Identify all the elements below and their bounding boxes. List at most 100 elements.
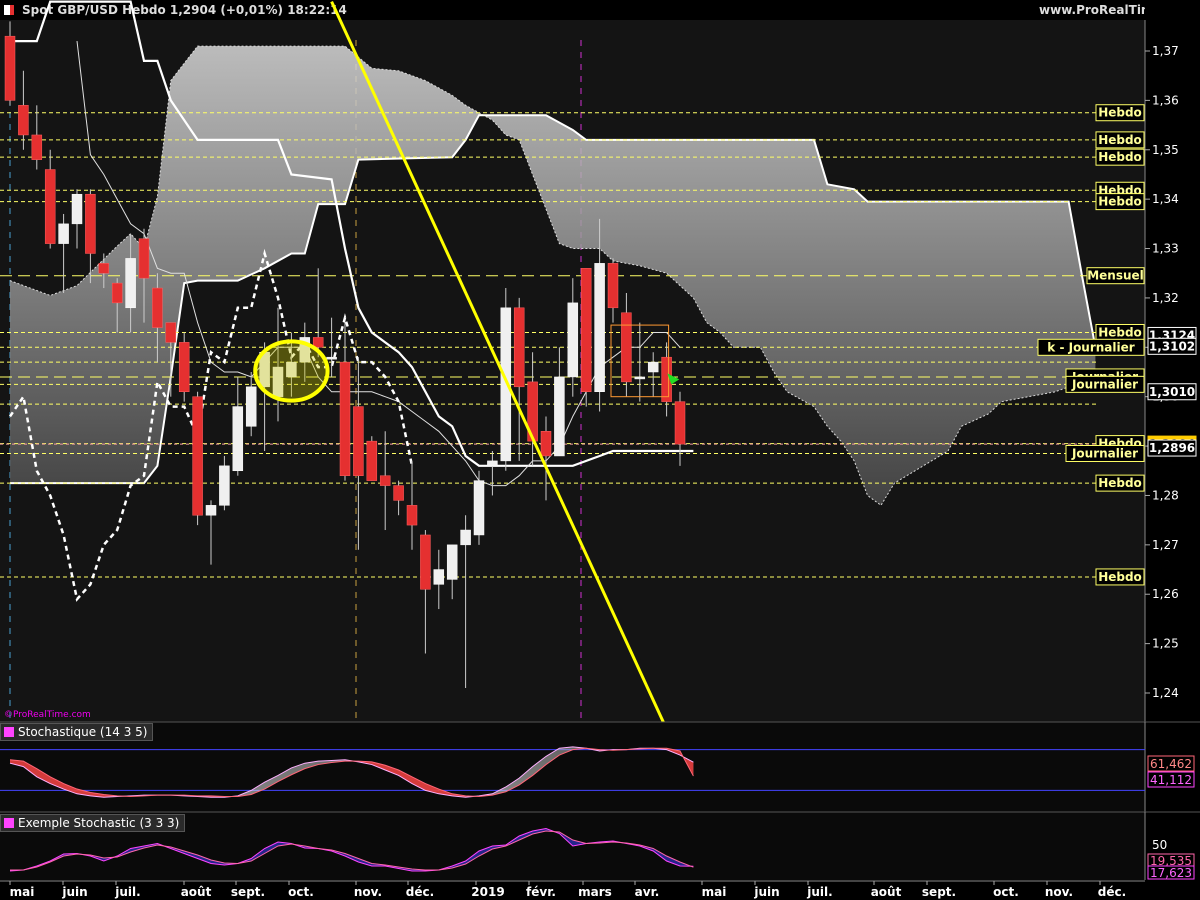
x-tick-label: sept. bbox=[922, 885, 956, 899]
candle-body bbox=[138, 238, 150, 279]
stoch-swatch-icon bbox=[4, 727, 14, 737]
stoch-legend: Stochastique (14 3 5) bbox=[0, 723, 154, 741]
candle-body bbox=[219, 465, 230, 506]
candle-body bbox=[446, 544, 458, 580]
highlight-ellipse bbox=[253, 339, 330, 403]
stoch2-value-label: 17,623 bbox=[1150, 866, 1192, 880]
x-tick-label: juin bbox=[753, 885, 779, 899]
candle-body bbox=[393, 485, 404, 501]
level-label: Journalier bbox=[1071, 446, 1138, 460]
candle-body bbox=[487, 460, 498, 467]
candle-body bbox=[178, 342, 190, 393]
x-tick-label: mars bbox=[578, 885, 612, 899]
price-tick-label: 1,26 bbox=[1152, 587, 1179, 601]
stoch-panel-bg bbox=[0, 722, 1145, 812]
price-tick-label: 1,35 bbox=[1152, 143, 1179, 157]
candle-body bbox=[540, 431, 552, 457]
candle-body bbox=[152, 287, 163, 328]
candle-body bbox=[245, 386, 257, 427]
candle-body bbox=[18, 105, 29, 136]
level-label: Hebdo bbox=[1098, 570, 1142, 584]
level-label: k - Journalier bbox=[1047, 340, 1134, 354]
price-tick-label: 1,33 bbox=[1152, 242, 1179, 256]
price-tick-label: 1,25 bbox=[1152, 637, 1179, 651]
level-label: Hebdo bbox=[1098, 150, 1142, 164]
price-tick-label: 1,32 bbox=[1152, 291, 1179, 305]
level-label: Hebdo bbox=[1098, 325, 1142, 339]
candle-body bbox=[339, 361, 351, 476]
x-tick-label: oct. bbox=[288, 885, 314, 899]
candle-body bbox=[433, 569, 445, 585]
x-tick-label: août bbox=[871, 885, 902, 899]
stoch-value-label: 61,462 bbox=[1150, 757, 1192, 771]
price-tick-label: 1,36 bbox=[1152, 93, 1179, 107]
candle-body bbox=[353, 406, 364, 476]
x-tick-label: déc. bbox=[406, 885, 434, 899]
stoch2-swatch-icon bbox=[4, 818, 14, 828]
x-tick-label: sept. bbox=[231, 885, 265, 899]
candle-body bbox=[634, 376, 646, 380]
candle-body bbox=[379, 475, 391, 486]
level-label: Mensuel bbox=[1087, 269, 1144, 283]
candle-body bbox=[312, 337, 324, 348]
candle-body bbox=[647, 361, 659, 373]
candle-body bbox=[366, 440, 378, 481]
candle-body bbox=[513, 307, 525, 388]
x-tick-label: juil. bbox=[806, 885, 832, 899]
price-label: 1,3102 bbox=[1149, 339, 1195, 353]
stoch-value-label: 41,112 bbox=[1150, 773, 1192, 787]
price-label: 1,3010 bbox=[1149, 385, 1195, 399]
x-tick-label: juin bbox=[61, 885, 87, 899]
candle-body bbox=[460, 529, 471, 546]
watermark: ©ProRealTime.com bbox=[4, 710, 91, 720]
level-label: Hebdo bbox=[1098, 106, 1142, 120]
stoch2-legend: Exemple Stochastic (3 3 3) bbox=[0, 814, 186, 832]
x-tick-label: oct. bbox=[993, 885, 1019, 899]
candle-body bbox=[44, 169, 56, 244]
candle-body bbox=[58, 223, 69, 244]
level-label: Hebdo bbox=[1098, 476, 1142, 490]
price-tick-label: 1,37 bbox=[1152, 44, 1179, 58]
candle-body bbox=[594, 263, 605, 393]
x-tick-label: juil. bbox=[114, 885, 140, 899]
candle-body bbox=[232, 406, 244, 472]
candle-body bbox=[567, 302, 579, 378]
stoch-legend-label: Stochastique (14 3 5) bbox=[18, 725, 148, 739]
x-tick-label: avr. bbox=[635, 885, 660, 899]
candle-body bbox=[111, 282, 123, 304]
candle-body bbox=[674, 401, 686, 445]
candle-body bbox=[621, 312, 632, 383]
x-tick-label: mai bbox=[10, 885, 35, 899]
candle-body bbox=[98, 263, 110, 274]
candle-body bbox=[607, 263, 619, 309]
level-label: Hebdo bbox=[1098, 195, 1142, 209]
x-tick-label: 2019 bbox=[471, 885, 504, 899]
candle-body bbox=[31, 134, 43, 160]
stoch2-tick-label: 50 bbox=[1152, 838, 1167, 852]
x-tick-label: mai bbox=[702, 885, 727, 899]
chart-canvas[interactable]: HebdoHebdoHebdoHebdoHebdoMensuelHebdok -… bbox=[0, 0, 1200, 900]
x-tick-label: nov. bbox=[354, 885, 382, 899]
price-label: 1,2896 bbox=[1149, 441, 1195, 455]
candle-body bbox=[473, 480, 485, 536]
candle-body bbox=[85, 193, 96, 254]
candle-body bbox=[420, 534, 431, 590]
candle-body bbox=[165, 322, 177, 343]
candle-body bbox=[205, 505, 217, 516]
price-tick-label: 1,28 bbox=[1152, 488, 1179, 502]
candle-body bbox=[71, 193, 83, 225]
x-tick-label: août bbox=[181, 885, 212, 899]
candle-body bbox=[326, 356, 337, 360]
candle-body bbox=[192, 396, 203, 516]
level-label: Hebdo bbox=[1098, 133, 1142, 147]
x-tick-label: déc. bbox=[1098, 885, 1126, 899]
candle-body bbox=[580, 268, 592, 393]
stoch2-legend-label: Exemple Stochastic (3 3 3) bbox=[18, 816, 180, 830]
candle-body bbox=[4, 35, 16, 101]
price-tick-label: 1,34 bbox=[1152, 192, 1179, 206]
candle-body bbox=[554, 376, 565, 457]
x-tick-label: févr. bbox=[526, 885, 556, 899]
candle-body bbox=[125, 258, 136, 309]
price-tick-label: 1,27 bbox=[1152, 538, 1179, 552]
x-tick-label: nov. bbox=[1045, 885, 1073, 899]
